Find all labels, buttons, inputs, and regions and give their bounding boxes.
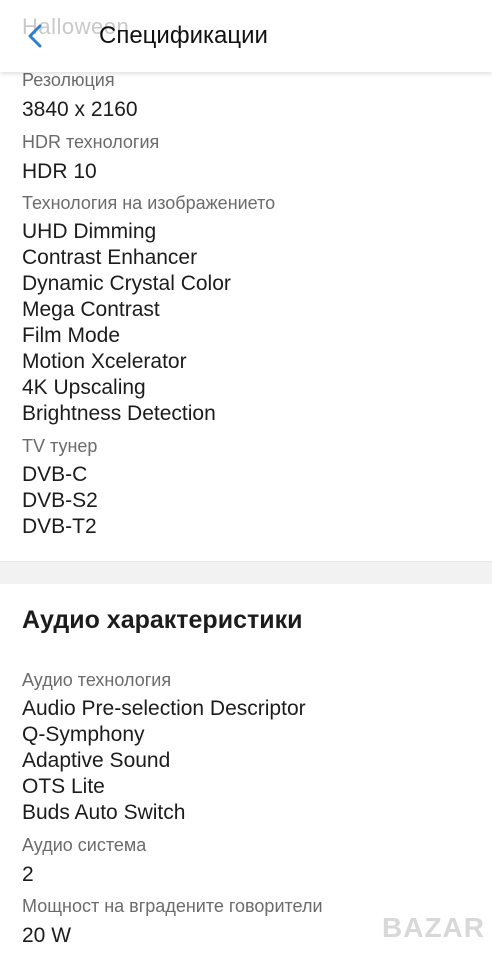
spec-value: Buds Auto Switch <box>22 801 186 824</box>
spec-value: UHD Dimming <box>22 220 157 243</box>
spec-value: 2 <box>22 863 34 886</box>
watermark-logo: BAZAR <box>382 912 485 943</box>
spec-label: Технология на изображението <box>22 193 276 213</box>
spec-value: 3840 x 2160 <box>22 98 138 121</box>
spec-hdr: HDR технология HDR 10 <box>22 132 159 185</box>
spec-label: TV тунер <box>22 436 98 456</box>
spec-value: Audio Pre-selection Descriptor <box>22 697 306 720</box>
spec-label: HDR технология <box>22 132 160 152</box>
spec-values: UHD Dimming Contrast Enhancer Dynamic Cr… <box>22 219 275 427</box>
spec-value: 4K Upscaling <box>22 376 146 399</box>
spec-speaker-power: Мощност на вградените говорители 20 W <box>22 896 323 949</box>
spec-value: HDR 10 <box>22 160 97 183</box>
spec-audio-system: Аудио система 2 <box>22 835 146 888</box>
spec-value: OTS Lite <box>22 775 105 798</box>
spec-label: Аудио система <box>22 835 147 855</box>
spec-value: Dynamic Crystal Color <box>22 272 231 295</box>
spec-resolution: Резолюция 3840 x 2160 <box>22 70 138 123</box>
app-header: Halloween Спецификации <box>0 0 492 72</box>
spec-values: Audio Pre-selection Descriptor Q-Symphon… <box>22 696 306 826</box>
spec-values: DVB-C DVB-S2 DVB-T2 <box>22 462 98 540</box>
section-divider <box>0 561 492 584</box>
audio-section-title: Аудио характеристики <box>22 606 303 634</box>
spec-value: Brightness Detection <box>22 402 216 425</box>
spec-value: DVB-S2 <box>22 489 98 512</box>
spec-value: Motion Xcelerator <box>22 350 187 373</box>
spec-audio-technology: Аудио технология Audio Pre-selection Des… <box>22 670 306 826</box>
spec-label: Аудио технология <box>22 670 172 690</box>
spec-value: Mega Contrast <box>22 298 160 321</box>
spec-value: Film Mode <box>22 324 121 347</box>
spec-picture-technology: Технология на изображението UHD Dimming … <box>22 193 275 427</box>
spec-value: DVB-T2 <box>22 515 97 538</box>
spec-value: Q-Symphony <box>22 723 145 746</box>
spec-label: Мощност на вградените говорители <box>22 896 323 916</box>
spec-tv-tuner: TV тунер DVB-C DVB-S2 DVB-T2 <box>22 436 98 540</box>
back-arrow-icon[interactable] <box>20 20 52 52</box>
page-title: Спецификации <box>99 22 268 49</box>
spec-value: 20 W <box>22 924 72 947</box>
spec-value: Adaptive Sound <box>22 749 171 772</box>
spec-label: Резолюция <box>22 70 115 90</box>
spec-value: Contrast Enhancer <box>22 246 198 269</box>
spec-value: DVB-C <box>22 463 88 486</box>
